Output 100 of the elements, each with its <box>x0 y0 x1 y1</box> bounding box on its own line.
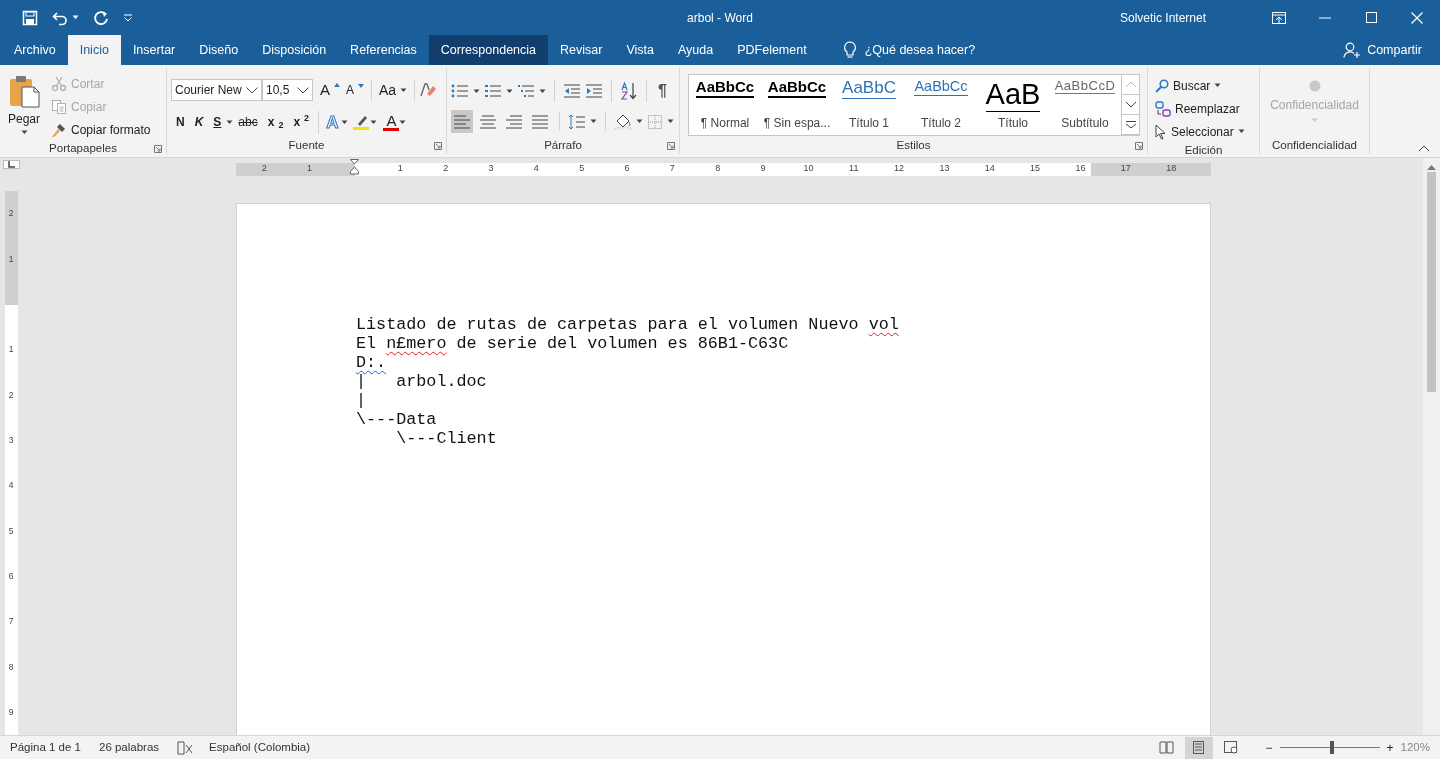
ruler-number: 5 <box>8 524 14 538</box>
scroll-up-icon[interactable] <box>1427 164 1436 170</box>
zoom-in-button[interactable]: + <box>1383 737 1397 758</box>
bold-button[interactable]: N <box>171 112 190 133</box>
highlighter-icon[interactable] <box>352 114 371 131</box>
ribbon-tab[interactable]: Insertar <box>120 35 188 65</box>
clear-formatting-icon[interactable] <box>419 82 438 99</box>
dialog-launcher-icon[interactable] <box>434 142 442 150</box>
undo-icon[interactable] <box>52 9 68 26</box>
ruler-number: 8 <box>8 660 14 674</box>
paste-label: Pegar <box>8 111 41 128</box>
editing-button[interactable]: Buscar <box>1152 74 1248 97</box>
paint-bucket-icon[interactable] <box>614 113 632 130</box>
chevron-down-icon <box>246 86 258 94</box>
font-name-field[interactable]: Courier New <box>171 79 262 102</box>
ribbon-tab[interactable]: Archivo <box>2 35 68 65</box>
subscript-button[interactable]: x$_{2}$ <box>262 112 289 133</box>
chevron-down-icon <box>297 86 309 94</box>
page-count[interactable]: Página 1 de 1 <box>10 738 81 757</box>
style-button[interactable]: AaBbC Título 1 <box>833 75 905 135</box>
caret-icon <box>636 119 643 124</box>
ribbon-tab[interactable]: Ayuda <box>665 35 726 65</box>
ribbon-tab[interactable]: Inicio <box>67 35 121 65</box>
style-button[interactable]: AaBbCc Título 2 <box>905 75 977 135</box>
tab-selector[interactable] <box>2 160 20 169</box>
style-button[interactable]: AaBbCcD Subtítulo <box>1049 75 1121 135</box>
ribbon-display-icon <box>1272 11 1286 24</box>
dialog-launcher-icon[interactable] <box>667 142 675 150</box>
sort-icon[interactable] <box>620 82 638 100</box>
caret-icon <box>473 88 480 94</box>
maximize-icon <box>1365 12 1377 23</box>
ruler-number: 14 <box>984 162 995 176</box>
editing-button[interactable]: Reemplazar <box>1152 97 1248 120</box>
redo-icon[interactable] <box>93 9 109 26</box>
change-case-button[interactable]: Aa <box>376 78 411 102</box>
bullets-icon[interactable] <box>451 83 469 99</box>
word-count[interactable]: 26 palabras <box>99 738 160 757</box>
style-button[interactable]: AaBbCc ¶ Normal <box>689 75 761 135</box>
line-spacing-icon[interactable] <box>568 113 586 130</box>
style-button[interactable]: AaBbCc ¶ Sin espa... <box>761 75 833 135</box>
up-triangle-icon <box>334 82 340 87</box>
ruler-number: 9 <box>8 706 14 719</box>
ruler-number: 1 <box>307 162 313 176</box>
scrollbar-thumb[interactable] <box>1427 172 1436 392</box>
increase-indent-icon[interactable] <box>585 83 603 99</box>
proofing-icon[interactable] <box>177 740 194 755</box>
ribbon-tab[interactable]: Revisar <box>548 35 615 65</box>
share-button[interactable]: Compartir <box>1337 35 1428 65</box>
tell-me-search[interactable]: ¿Qué desea hacer? <box>836 35 982 65</box>
font-size-field[interactable]: 10,5 <box>262 79 313 102</box>
group-label: Edición <box>1184 143 1223 159</box>
collapse-ribbon-icon[interactable] <box>1418 145 1430 152</box>
lightbulb-icon <box>842 41 857 59</box>
decrease-indent-icon[interactable] <box>563 83 581 99</box>
editing-button[interactable]: Seleccionar <box>1152 120 1248 143</box>
zoom-out-button[interactable]: − <box>1262 737 1276 758</box>
style-button[interactable]: AaB Título <box>977 75 1049 135</box>
paste-button[interactable]: Pegar <box>4 72 45 141</box>
expand-icon <box>1124 120 1137 129</box>
ruler-number: 2 <box>443 162 449 176</box>
ribbon-tab[interactable]: Vista <box>614 35 666 65</box>
caret-icon <box>1237 129 1245 134</box>
caret-icon <box>590 119 597 124</box>
ribbon-tab[interactable]: Referencias <box>338 35 429 65</box>
ribbon-tab[interactable]: Diseño <box>187 35 251 65</box>
customize-icon[interactable] <box>123 13 133 22</box>
multilevel-list-icon[interactable] <box>517 83 535 99</box>
grow-font-button[interactable]: A <box>317 78 343 103</box>
ruler-number: 3 <box>488 162 494 176</box>
account-name[interactable]: Solvetic Internet <box>1119 8 1206 27</box>
italic-button[interactable]: K <box>189 112 209 133</box>
clipboard-button[interactable]: Copiar formato <box>48 118 154 141</box>
slider-thumb[interactable] <box>1329 741 1334 754</box>
dialog-launcher-icon[interactable] <box>1135 142 1143 150</box>
caret-icon <box>370 119 378 125</box>
alignment-button[interactable] <box>451 110 473 133</box>
group-label: Portapapeles <box>49 141 117 157</box>
ribbon-tab[interactable]: PDFelement <box>725 35 819 65</box>
underline-button[interactable]: S <box>208 112 227 133</box>
language[interactable]: Español (Colombia) <box>209 738 311 757</box>
ribbon-tab[interactable]: Correspondencia <box>428 35 548 65</box>
ribbon-tab[interactable]: Disposición <box>250 35 339 65</box>
document-line: | arbol.doc <box>356 372 487 391</box>
view-button[interactable] <box>1184 736 1213 759</box>
down-triangle-icon <box>358 83 365 88</box>
dialog-launcher-icon[interactable] <box>154 145 162 153</box>
document-line: | <box>356 391 367 410</box>
ruler-number: 2 <box>261 162 267 176</box>
superscript-button[interactable]: x$^{2}$ <box>288 112 315 133</box>
scissors-icon <box>51 75 68 92</box>
numbering-icon[interactable] <box>484 83 502 99</box>
document-line: \---Client <box>395 429 497 448</box>
shrink-font-button[interactable]: A <box>343 80 368 101</box>
font-color-button[interactable]: A <box>383 113 400 132</box>
strikethrough-button[interactable]: abc <box>233 112 263 133</box>
ruler-number: 3 <box>8 434 14 447</box>
show-formatting-marks-button[interactable]: ¶ <box>655 78 670 104</box>
minimize-icon <box>1319 16 1331 19</box>
save-icon[interactable] <box>22 9 38 26</box>
copy-icon <box>51 98 68 115</box>
